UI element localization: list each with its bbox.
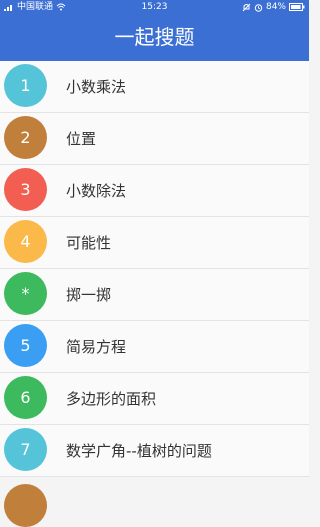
list-item[interactable]: 7 数学广角--植树的问题 [0, 425, 309, 477]
list-item-badge: 3 [4, 168, 47, 211]
alarm-icon [254, 3, 263, 12]
list-item[interactable]: 1 小数乘法 [0, 61, 309, 113]
status-right: 84% [242, 0, 305, 14]
list-item-label: 掷一掷 [66, 286, 112, 304]
list-item-badge: 4 [4, 220, 47, 263]
list-item[interactable]: 5 简易方程 [0, 321, 309, 373]
list-item-peek-badge [4, 484, 47, 527]
list-item-label: 多边形的面积 [66, 390, 157, 408]
list-item-badge: 1 [4, 64, 47, 107]
list-item[interactable]: 3 小数除法 [0, 165, 309, 217]
status-bar: 中国联通 15:23 84% [0, 0, 309, 14]
battery-percent: 84% [265, 2, 286, 12]
list-item[interactable]: 4 可能性 [0, 217, 309, 269]
list-item-badge: 7 [4, 428, 47, 471]
list-item-label: 小数乘法 [66, 78, 127, 96]
topic-list: 1 小数乘法 2 位置 3 小数除法 4 可能性 * 掷一掷 5 简易方程 6 多边形的面积 7 数学广角--… [0, 61, 309, 477]
battery-icon [289, 3, 305, 11]
list-item-label: 数学广角--植树的问题 [66, 442, 212, 460]
list-item-label: 简易方程 [66, 338, 127, 356]
list-item-label: 小数除法 [66, 182, 127, 200]
list-item[interactable]: 2 位置 [0, 113, 309, 165]
list-item-label: 可能性 [66, 234, 112, 252]
list-item-badge: * [4, 272, 47, 315]
list-item-badge: 6 [4, 376, 47, 419]
status-time: 15:23 [141, 2, 168, 12]
list-item-badge: 2 [4, 116, 47, 159]
list-item-label: 位置 [66, 130, 97, 148]
list-item[interactable]: * 掷一掷 [0, 269, 309, 321]
list-item[interactable]: 6 多边形的面积 [0, 373, 309, 425]
page-title: 一起搜题 [114, 25, 195, 49]
mute-icon [242, 3, 251, 12]
app-bar: 一起搜题 [0, 14, 309, 61]
list-item-badge: 5 [4, 324, 47, 367]
